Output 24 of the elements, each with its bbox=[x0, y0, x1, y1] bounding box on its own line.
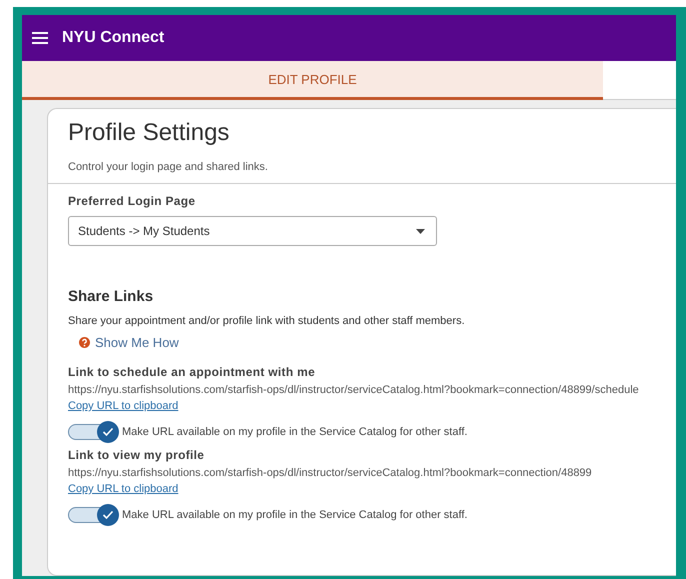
url-text: https://nyu.starfishsolutions.com/starfish-ops/dl/instructor/serviceCatalog.html?bookmark=connection/48899 bbox=[68, 467, 593, 479]
check-icon bbox=[102, 427, 114, 437]
toggle-label: Make URL available on my profile in the Service Catalog for other staff. bbox=[122, 509, 468, 521]
toggle-switch[interactable] bbox=[68, 424, 116, 440]
toggle-label: Make URL available on my profile in the Service Catalog for other staff. bbox=[122, 426, 468, 438]
card-subtitle: Control your login page and shared links. bbox=[68, 161, 269, 173]
copy-url-link[interactable]: Copy URL to clipboard bbox=[68, 483, 178, 495]
show-me-how-link[interactable]: Show Me How bbox=[95, 335, 179, 350]
menu-icon[interactable] bbox=[32, 32, 48, 44]
section-description: Share your appointment and/or profile link with students and other staff members. bbox=[68, 315, 466, 327]
card-title: Profile Settings bbox=[68, 119, 230, 147]
link-label: Link to schedule an appointment with me bbox=[68, 365, 316, 379]
caret-icon bbox=[416, 228, 425, 234]
app-title: NYU Connect bbox=[62, 29, 164, 47]
check-icon bbox=[102, 510, 114, 520]
field-label: Preferred Login Page bbox=[68, 194, 196, 208]
url-text: https://nyu.starfishsolutions.com/starfish-ops/dl/instructor/serviceCatalog.html?bookmark=connection/48899/schedule bbox=[68, 384, 640, 396]
link-label: Link to view my profile bbox=[68, 448, 206, 462]
login-page-dropdown[interactable]: Students -> My Students bbox=[68, 216, 437, 246]
section-heading: Share Links bbox=[68, 288, 154, 305]
copy-url-link[interactable]: Copy URL to clipboard bbox=[68, 400, 178, 412]
profile-tab[interactable]: EDIT PROFILE bbox=[22, 61, 603, 100]
help-icon bbox=[79, 337, 90, 348]
toggle-switch[interactable] bbox=[68, 507, 116, 523]
